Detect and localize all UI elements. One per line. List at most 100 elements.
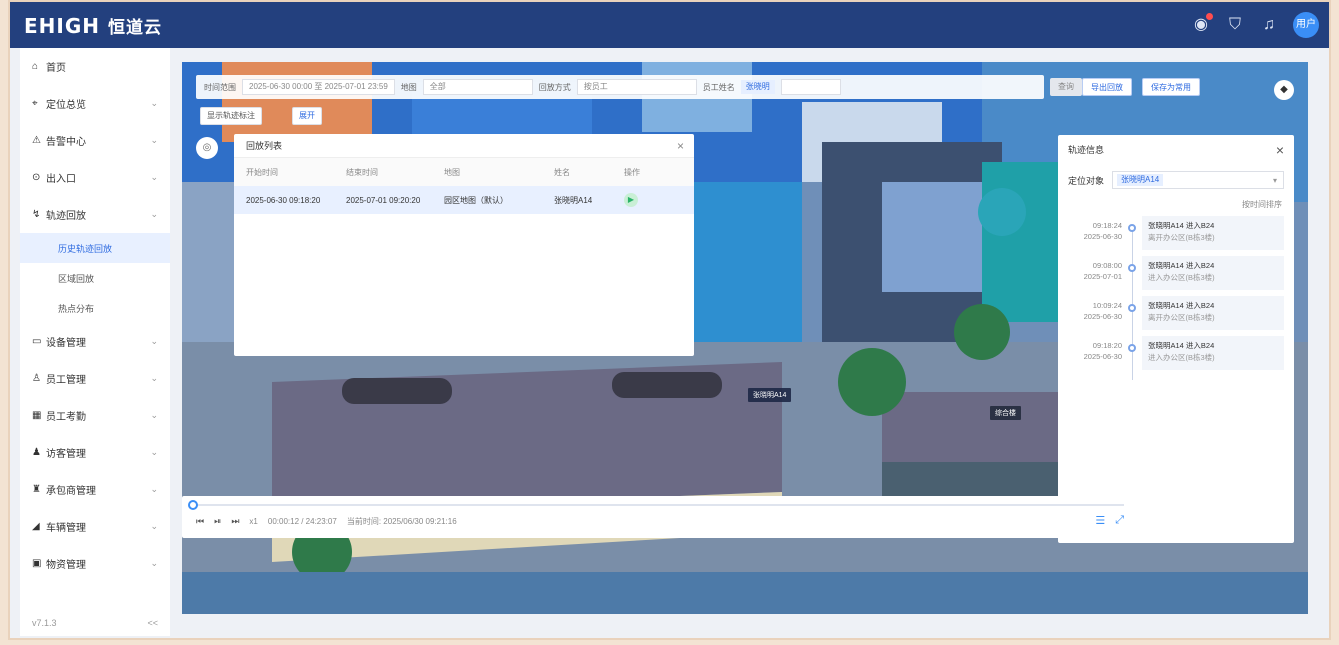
timeline-dot [1128, 344, 1136, 352]
playback-list-panel: 回放列表 × 开始时间 结束时间 地图 姓名 操作 2025-06-30 09:… [234, 134, 694, 356]
filter-bar: 时间范围 2025-06-30 00:00 至 2025-07-01 23:59… [196, 75, 1044, 99]
panel-title: 轨迹信息 × [1058, 135, 1294, 165]
close-icon[interactable]: × [677, 134, 684, 158]
track-info-panel: 轨迹信息 × 定位对象 张晓明A14 ▾ 按时间排序 09:18:24 2025-… [1058, 135, 1294, 543]
skip-forward-icon[interactable]: ⏭ [231, 516, 239, 527]
chevron-down-icon: ⌄ [150, 373, 158, 383]
close-icon[interactable]: × [1276, 135, 1284, 165]
skip-back-icon[interactable]: ⏮ [196, 516, 204, 527]
map-label: 地图 [400, 82, 417, 92]
mode-label: 回放方式 [538, 82, 571, 92]
table-row[interactable]: 2025-06-30 09:18:20 2025-07-01 09:20:20 … [234, 186, 694, 214]
sidebar-item[interactable]: ♟ 访客管理 ⌄ [20, 434, 170, 471]
location-icon: ⌖ [32, 98, 38, 109]
timeline-dot [1128, 224, 1136, 232]
car-icon: ◢ [32, 521, 40, 532]
list-icon[interactable]: ☰ [1095, 514, 1105, 527]
sidebar-item[interactable]: ↯ 轨迹回放 ⌄ [20, 196, 170, 233]
person-select[interactable]: 张晓明A14 ▾ [1112, 171, 1284, 189]
app-logo: EHIGH 恒道云 [24, 13, 162, 38]
chevron-down-icon: ▾ [1272, 175, 1277, 185]
version-label: v7.1.3 [32, 618, 57, 628]
compass-icon[interactable]: ◆ [1274, 80, 1294, 100]
person-tag[interactable]: 张晓明A14 [1117, 174, 1164, 186]
timeline-item[interactable]: 09:18:20 2025-06-30 张晓明A14 进入B24 进入办公区(B栋3楼… [1068, 336, 1284, 370]
notification-dot [1206, 13, 1213, 20]
layer-icon[interactable]: ◎ [196, 137, 218, 159]
toggle-trace-label-button[interactable]: 显示轨迹标注 [200, 107, 262, 125]
sidebar-item[interactable]: ⌖ 定位总览 ⌄ [20, 85, 170, 122]
sidebar-item[interactable]: ▣ 物资管理 ⌄ [20, 545, 170, 582]
person-label: 员工姓名 [702, 82, 735, 92]
sort-toggle[interactable]: 按时间排序 [1058, 189, 1294, 216]
timeline-dot [1128, 304, 1136, 312]
alarm-icon: ⚠ [32, 135, 41, 146]
timeline-item[interactable]: 10:09:24 2025-06-30 张晓明A14 进入B24 离开办公区(B栋3楼… [1068, 296, 1284, 330]
progress-track[interactable] [192, 504, 1124, 506]
timeline-item[interactable]: 09:08:00 2025-07-01 张晓明A14 进入B24 进入办公区(B栋3楼… [1068, 256, 1284, 290]
sidebar-item-label: 轨迹回放 [46, 211, 86, 222]
timeline-time: 09:18:24 2025-06-30 [1083, 221, 1122, 241]
sidebar-item-label: 车辆管理 [46, 523, 86, 534]
export-button[interactable]: 导出回放 [1082, 78, 1132, 96]
map-select[interactable]: 全部 [422, 79, 533, 95]
sidebar-item-label: 员工考勤 [46, 412, 86, 423]
person-label: 定位对象 [1068, 175, 1105, 186]
track-icon: ↯ [32, 209, 41, 220]
mode-select[interactable]: 按员工 [576, 79, 697, 95]
sidebar-item[interactable]: ⊙ 出入口 ⌄ [20, 159, 170, 196]
fullscreen-icon[interactable]: ⤢ [1115, 514, 1124, 527]
sidebar-item-label: 物资管理 [46, 560, 86, 571]
chevron-down-icon: ⌄ [150, 558, 158, 568]
progress-handle[interactable] [188, 500, 198, 510]
timeline-item[interactable]: 09:18:24 2025-06-30 张晓明A14 进入B24 离开办公区(B栋3楼… [1068, 216, 1284, 250]
timeline-card[interactable]: 张晓明A14 进入B24 进入办公区(B栋3楼) [1142, 336, 1284, 370]
sidebar-subitem[interactable]: 历史轨迹回放 [20, 233, 170, 263]
map-building-label[interactable]: 综合楼 [990, 406, 1021, 420]
collapse-button[interactable]: << [147, 618, 158, 628]
chevron-down-icon: ⌄ [150, 135, 158, 145]
speed-label[interactable]: x1 [249, 517, 257, 526]
timeline-card[interactable]: 张晓明A14 进入B24 离开办公区(B栋3楼) [1142, 216, 1284, 250]
sidebar-item[interactable]: ◢ 车辆管理 ⌄ [20, 508, 170, 545]
person-tag[interactable]: 张晓明 [740, 80, 775, 94]
sidebar-subitem[interactable]: 区域回放 [20, 263, 170, 293]
timeline-card[interactable]: 张晓明A14 进入B24 进入办公区(B栋3楼) [1142, 256, 1284, 290]
bell-icon[interactable]: ♫ [1259, 15, 1279, 35]
sidebar-item[interactable]: ▭ 设备管理 ⌄ [20, 323, 170, 360]
sidebar-subitem[interactable]: 热点分布 [20, 293, 170, 323]
avatar[interactable]: 用户 [1293, 12, 1319, 38]
chevron-down-icon: ⌄ [150, 447, 158, 457]
person-select[interactable] [780, 79, 841, 95]
timeline-time: 10:09:24 2025-06-30 [1083, 301, 1122, 321]
time-range-input[interactable]: 2025-06-30 00:00 至 2025-07-01 23:59 [242, 79, 395, 95]
sidebar-item[interactable]: ⌂ 首页 [20, 48, 170, 85]
sidebar-item[interactable]: ♜ 承包商管理 ⌄ [20, 471, 170, 508]
shirt-icon[interactable]: ⛉ [1225, 15, 1245, 35]
sidebar-item[interactable]: ♙ 员工管理 ⌄ [20, 360, 170, 397]
top-bar: EHIGH 恒道云 ◉ ⛉ ♫ 用户 [10, 2, 1329, 48]
device-icon: ▭ [32, 336, 42, 347]
play-pause-icon[interactable]: ⏯ [214, 516, 221, 527]
palette-icon[interactable]: ◉ [1191, 13, 1213, 35]
visitor-icon: ♟ [32, 447, 41, 458]
home-icon: ⌂ [32, 61, 39, 72]
save-button[interactable]: 保存为常用 [1142, 78, 1200, 96]
map-marker-label[interactable]: 张晓明A14 [748, 388, 792, 402]
chevron-down-icon: ⌄ [150, 209, 158, 219]
timeline: 09:18:24 2025-06-30 张晓明A14 进入B24 离开办公区(B栋3楼… [1058, 216, 1294, 380]
sidebar-item[interactable]: ⚠ 告警中心 ⌄ [20, 122, 170, 159]
chevron-down-icon: ⌄ [150, 98, 158, 108]
sidebar-item-label: 设备管理 [46, 338, 86, 349]
sidebar-item-label: 首页 [46, 63, 66, 74]
expand-button[interactable]: 展开 [292, 107, 322, 125]
sidebar-item-label: 访客管理 [46, 449, 86, 460]
timeline-card[interactable]: 张晓明A14 进入B24 离开办公区(B栋3楼) [1142, 296, 1284, 330]
time-range-label: 00:00:12 / 24:23:07 [267, 517, 337, 526]
play-icon[interactable]: ▶ [624, 193, 638, 207]
timeline-time: 09:08:00 2025-07-01 [1083, 261, 1122, 281]
chevron-down-icon: ⌄ [150, 484, 158, 494]
sidebar-item-label: 告警中心 [46, 137, 86, 148]
sidebar-item[interactable]: ▦ 员工考勤 ⌄ [20, 397, 170, 434]
search-button[interactable]: 查询 [1050, 78, 1082, 96]
